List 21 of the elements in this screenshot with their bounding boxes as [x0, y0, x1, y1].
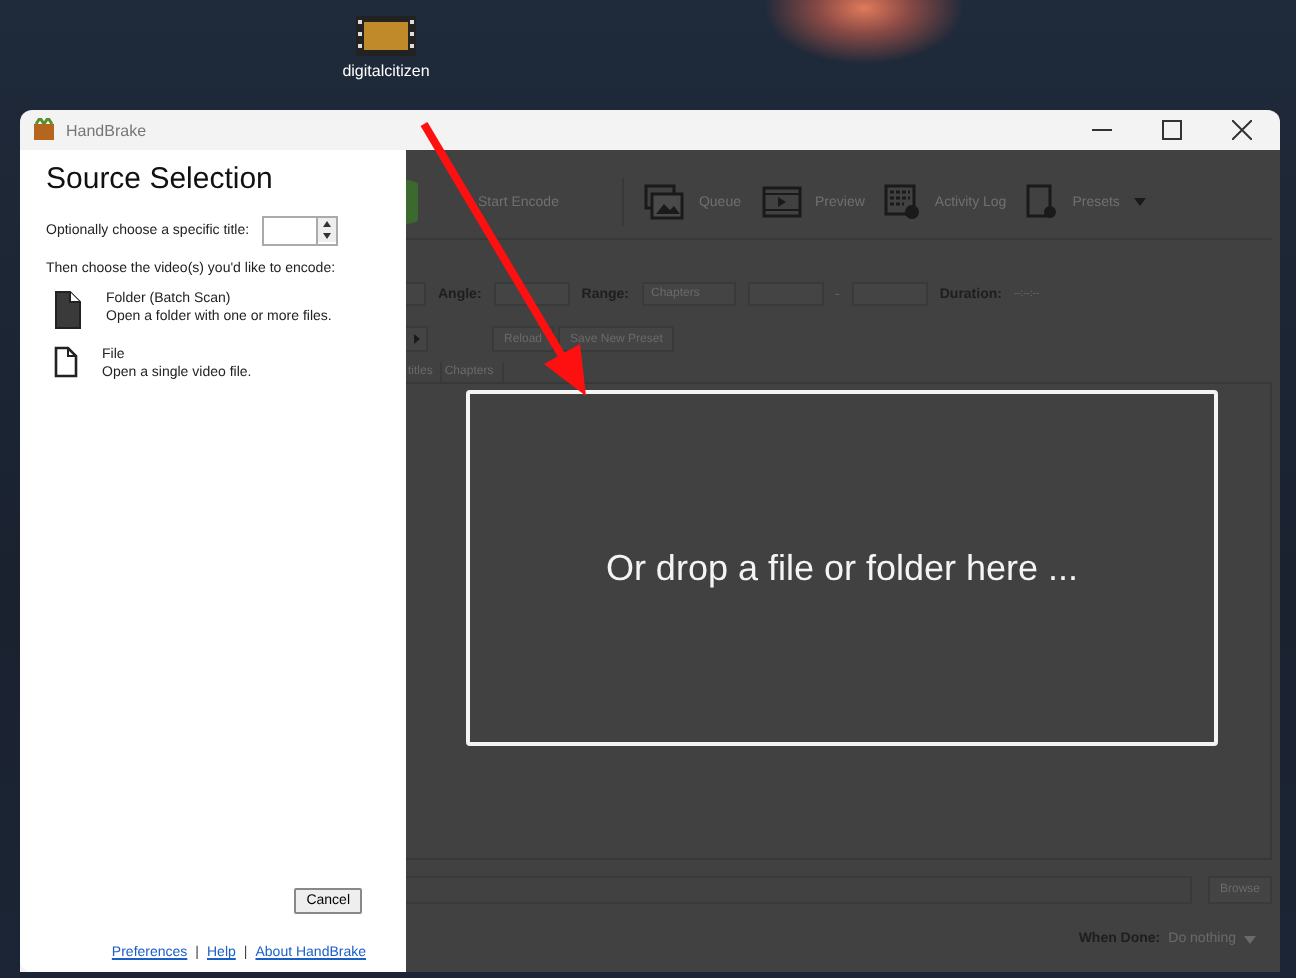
drop-zone-message: Or drop a file or folder here ...	[605, 547, 1079, 589]
file-name[interactable]: digitalcitizen	[342, 62, 430, 80]
drop-zone[interactable]: Or drop a file or folder here ...	[466, 390, 1218, 746]
caret-icon[interactable]	[1244, 935, 1256, 943]
film-icon[interactable]	[761, 186, 801, 218]
document-gear-icon[interactable]	[1026, 183, 1059, 221]
app-logo-icon	[32, 118, 56, 142]
title-spinner[interactable]	[261, 216, 338, 246]
folder-icon[interactable]	[54, 290, 82, 330]
destination-field[interactable]	[406, 876, 1192, 904]
play-button[interactable]	[406, 326, 428, 352]
log-icon[interactable]	[884, 184, 921, 220]
window-title: HandBrake	[66, 121, 147, 139]
file-icon[interactable]	[54, 346, 78, 378]
maximize-icon[interactable]	[1162, 120, 1182, 140]
play-icon[interactable]	[414, 334, 420, 344]
close-icon[interactable]	[1232, 120, 1252, 140]
video-file-icon[interactable]	[356, 16, 416, 56]
images-icon[interactable]	[644, 184, 685, 220]
panel-title: Source Selection	[46, 162, 275, 196]
caret-icon[interactable]	[1133, 198, 1146, 206]
